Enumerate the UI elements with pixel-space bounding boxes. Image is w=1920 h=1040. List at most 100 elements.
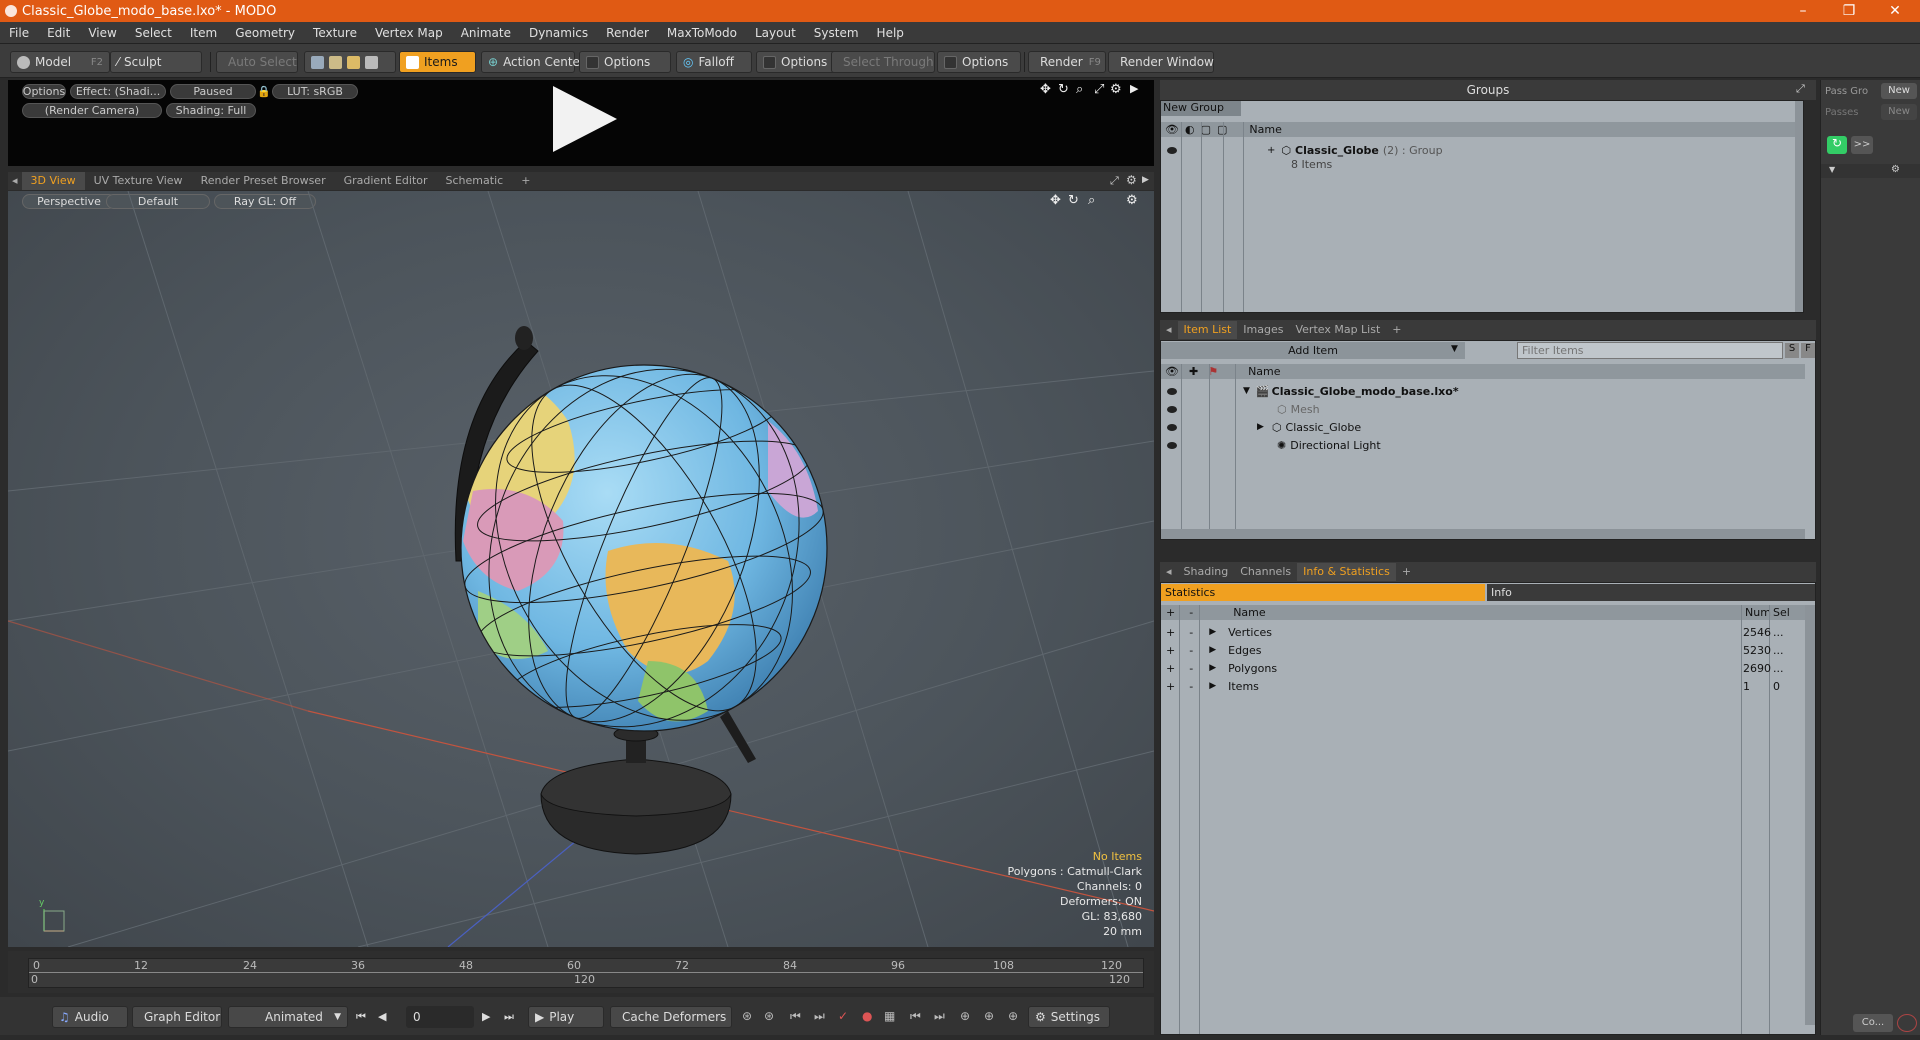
- tab-uv-texture-view[interactable]: UV Texture View: [85, 172, 192, 190]
- expand-icon[interactable]: +: [1166, 680, 1175, 693]
- tab-vertex-map-list[interactable]: Vertex Map List: [1289, 321, 1386, 339]
- render-toggle-icon[interactable]: ✚: [1189, 365, 1198, 378]
- record-icon[interactable]: [1897, 1014, 1917, 1032]
- table-row[interactable]: + - ▶ Edges 5230 ...: [1161, 641, 1805, 659]
- stats-scrollbar[interactable]: [1805, 605, 1815, 1025]
- chevron-right-icon[interactable]: ▶: [1209, 663, 1216, 673]
- list-item[interactable]: ✺ Directional Light: [1161, 436, 1805, 454]
- auto-select-button[interactable]: Auto Select: [216, 51, 298, 73]
- onion-icon[interactable]: ⊕: [960, 1009, 970, 1023]
- step-forward-icon[interactable]: ▶: [482, 1010, 490, 1023]
- collapse-icon[interactable]: -: [1189, 644, 1193, 657]
- items-mode-button[interactable]: Items: [399, 51, 476, 73]
- chevron-right-icon[interactable]: ▶: [1257, 422, 1264, 432]
- chevron-right-icon[interactable]: ▶: [1209, 627, 1216, 637]
- collapse-icon[interactable]: ◂: [1160, 563, 1178, 581]
- info-tab[interactable]: Info: [1487, 584, 1815, 601]
- goto-end-icon[interactable]: ⏭: [504, 1010, 514, 1024]
- preview-effect-dropdown[interactable]: Effect: (Shadi...: [70, 84, 166, 99]
- next-key-icon[interactable]: ⏭: [814, 1009, 825, 1024]
- 3d-viewport[interactable]: Perspective Default Ray GL: Off ✥ ↻ ⌕ ⚙: [8, 191, 1154, 947]
- edges-mode-icon[interactable]: [329, 55, 342, 69]
- menu-vertex-map[interactable]: Vertex Map: [366, 26, 452, 40]
- goto-start-icon[interactable]: ⏮: [356, 1010, 366, 1024]
- render-window-button[interactable]: Render Window: [1108, 51, 1214, 73]
- sculpt-mode-button[interactable]: ⁄ Sculpt: [110, 51, 202, 73]
- visibility-icon[interactable]: [1167, 423, 1177, 431]
- arrow-right-icon[interactable]: ▶: [1130, 82, 1138, 95]
- timeline[interactable]: 0 12 24 36 48 60 72 84 96 108 120 0 120 …: [8, 951, 1154, 993]
- close-button[interactable]: ✕: [1872, 0, 1918, 22]
- chevron-right-icon[interactable]: ▶: [1209, 681, 1216, 691]
- collapse-all-icon[interactable]: -: [1189, 606, 1193, 619]
- group-row[interactable]: + ⬡ Classic_Globe (2) : Group: [1161, 141, 1801, 159]
- timeline-ruler[interactable]: 0 12 24 36 48 60 72 84 96 108 120 0 120 …: [28, 958, 1144, 988]
- add-tab-button[interactable]: +: [1396, 563, 1417, 581]
- tab-3d-view[interactable]: 3D View: [21, 172, 85, 190]
- collapse-icon[interactable]: -: [1189, 662, 1193, 675]
- step-back-icon[interactable]: ◀: [378, 1010, 386, 1023]
- tab-item-list[interactable]: Item List: [1177, 321, 1238, 339]
- menu-edit[interactable]: Edit: [38, 26, 79, 40]
- minimize-button[interactable]: –: [1780, 0, 1826, 22]
- play-icon[interactable]: [553, 86, 617, 152]
- loop-end-icon[interactable]: ⏭: [934, 1009, 945, 1024]
- co-button[interactable]: Co...: [1853, 1014, 1893, 1032]
- gear-icon[interactable]: ⚙: [1126, 173, 1137, 187]
- add-tab-button[interactable]: +: [1386, 321, 1407, 339]
- refresh-icon[interactable]: ↻: [1827, 136, 1847, 154]
- menu-file[interactable]: File: [0, 26, 38, 40]
- preview-options-button[interactable]: Options: [22, 84, 66, 99]
- expand-icon[interactable]: +: [1166, 626, 1175, 639]
- tab-channels[interactable]: Channels: [1234, 563, 1297, 581]
- collapse-icon[interactable]: -: [1189, 680, 1193, 693]
- settings-button[interactable]: ⚙ Settings: [1028, 1006, 1110, 1028]
- maximize-icon[interactable]: ⤢: [1110, 174, 1119, 188]
- render-toggle-icon[interactable]: ◐: [1185, 123, 1195, 136]
- model-mode-button[interactable]: Model F2: [10, 51, 110, 73]
- filter-items-input[interactable]: [1517, 342, 1783, 359]
- visibility-icon[interactable]: [1167, 146, 1177, 154]
- frame-input[interactable]: 0: [406, 1006, 474, 1028]
- falloff-button[interactable]: ◎ Falloff: [676, 51, 752, 73]
- lock-icon[interactable]: 🔒: [257, 85, 271, 98]
- preview-camera-dropdown[interactable]: (Render Camera): [22, 103, 162, 118]
- chevron-down-icon[interactable]: ▼: [1829, 165, 1835, 174]
- cache-deformers-button[interactable]: Cache Deformers: [610, 1006, 732, 1028]
- audio-button[interactable]: ♫ Audio: [52, 1006, 128, 1028]
- select-through-options-button[interactable]: Options: [937, 51, 1021, 73]
- chevron-right-icon[interactable]: +: [1267, 145, 1275, 156]
- loop-start-icon[interactable]: ⏮: [910, 1009, 921, 1024]
- maximize-icon[interactable]: ⤢: [1094, 82, 1104, 97]
- collapse-icon[interactable]: ◂: [1160, 321, 1178, 339]
- tab-gradient-editor[interactable]: Gradient Editor: [335, 172, 437, 190]
- maximize-button[interactable]: ❐: [1826, 0, 1872, 22]
- statistics-tab[interactable]: Statistics: [1161, 584, 1485, 601]
- new-pass-button[interactable]: New: [1881, 104, 1917, 120]
- itemlist-horizontal-scrollbar[interactable]: [1161, 529, 1805, 539]
- add-item-button[interactable]: Add Item: [1161, 342, 1465, 359]
- key-all-icon[interactable]: ⊛: [764, 1009, 774, 1023]
- new-pass-group-button[interactable]: New: [1881, 83, 1917, 99]
- prev-key-icon[interactable]: ⏮: [790, 1009, 801, 1024]
- visibility-icon[interactable]: [1167, 441, 1177, 449]
- chevron-down-icon[interactable]: ▼: [1243, 386, 1250, 396]
- menu-texture[interactable]: Texture: [304, 26, 366, 40]
- select-through-button[interactable]: Select Through: [831, 51, 935, 73]
- preview-lut-dropdown[interactable]: LUT: sRGB: [272, 84, 358, 99]
- gear-icon[interactable]: ⚙: [1110, 82, 1122, 97]
- collapse-icon[interactable]: -: [1189, 626, 1193, 639]
- f-button[interactable]: F: [1801, 343, 1815, 358]
- menu-render[interactable]: Render: [597, 26, 658, 40]
- auto-key-icon[interactable]: ✓: [838, 1009, 848, 1023]
- animated-dropdown[interactable]: Animated ▼: [228, 1006, 348, 1028]
- zoom-icon[interactable]: ⌕: [1076, 82, 1083, 97]
- preview-paused-button[interactable]: Paused: [170, 84, 256, 99]
- menu-maxtomodo[interactable]: MaxToModo: [658, 26, 746, 40]
- expand-all-icon[interactable]: +: [1166, 606, 1175, 619]
- action-center-button[interactable]: ⊕ Action Center: [481, 51, 585, 73]
- s-button[interactable]: S: [1785, 343, 1799, 358]
- render-button[interactable]: Render F9: [1028, 51, 1106, 73]
- link-icon[interactable]: ⊕: [1008, 1009, 1018, 1023]
- menu-layout[interactable]: Layout: [746, 26, 805, 40]
